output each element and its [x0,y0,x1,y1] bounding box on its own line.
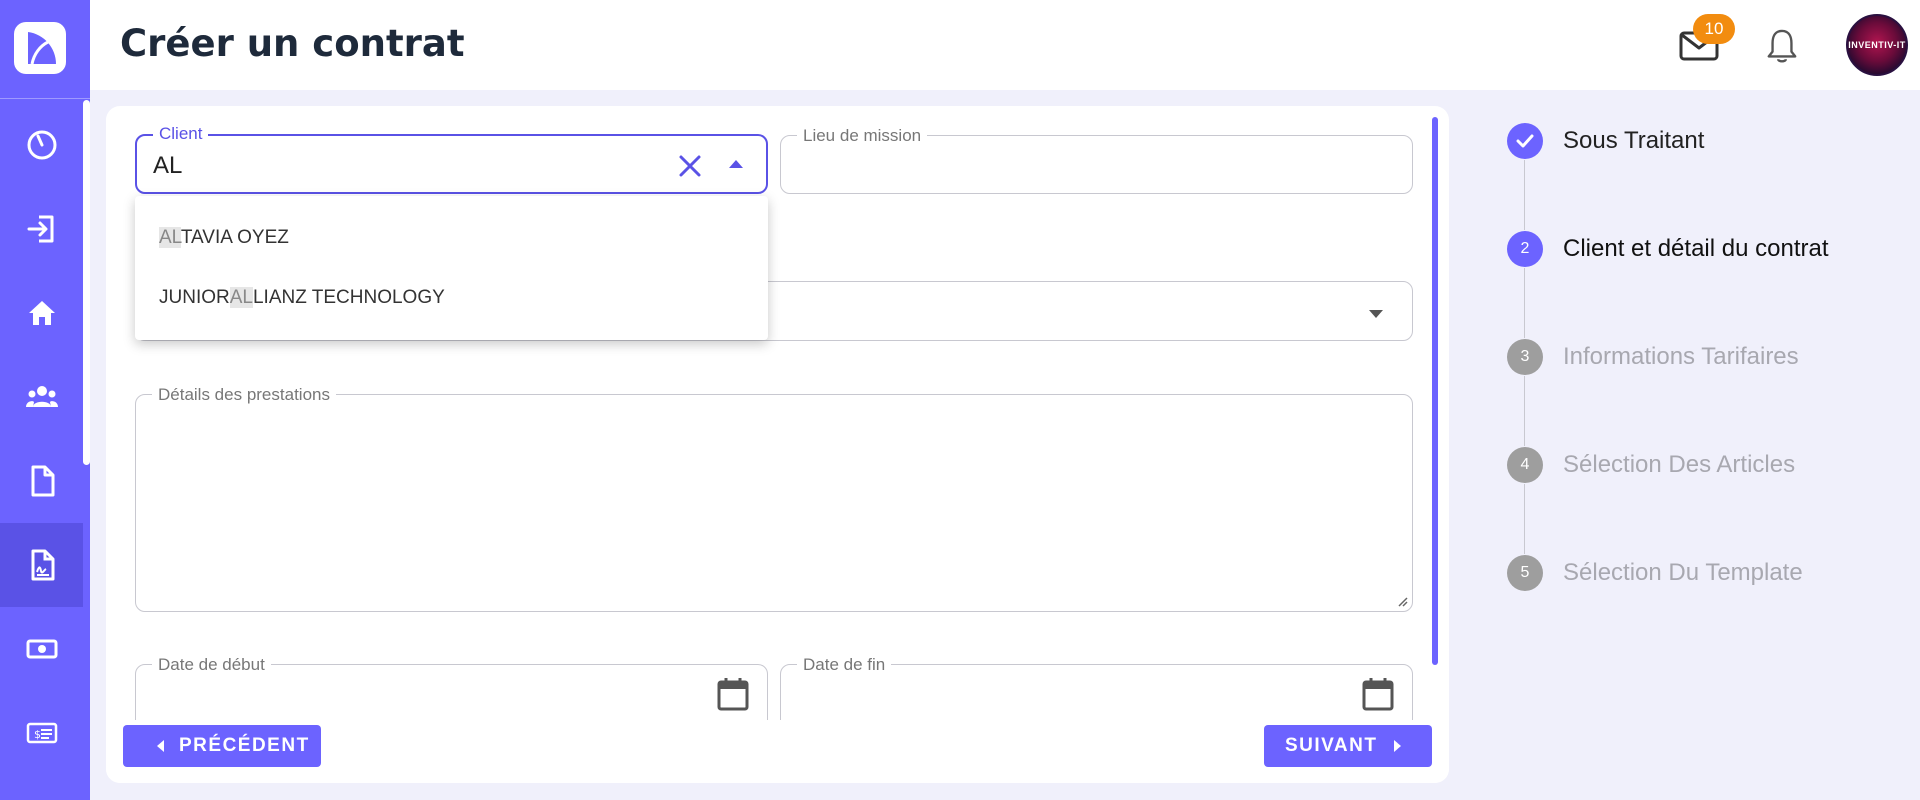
chevron-left-icon [157,740,164,752]
step-1-label: Sous Traitant [1563,127,1705,154]
sidebar: $ [0,0,90,800]
calendar-icon[interactable] [1362,677,1394,711]
step-5-number: 5 [1507,555,1543,591]
login-icon [27,215,53,243]
step-4-label: Sélection Des Articles [1563,451,1796,478]
home-icon [28,301,55,325]
client-autocomplete[interactable]: Client AL [135,124,768,194]
chevron-right-icon [1394,740,1402,752]
users-group-icon [25,386,58,407]
avatar-text: INVENTIV-IT [1848,40,1906,50]
service-details-textarea[interactable]: Détails des prestations [135,385,1413,612]
calendar-icon[interactable] [717,677,749,711]
user-avatar[interactable]: INVENTIV-IT [1846,14,1908,76]
sidebar-scrollbar[interactable] [83,100,90,465]
sidebar-item-contracts[interactable] [0,523,83,607]
next-button[interactable]: SUIVANT [1264,725,1432,767]
sidebar-item-dashboard[interactable] [0,103,83,187]
start-date-label: Date de début [152,655,271,675]
resize-grip-icon[interactable] [1396,595,1408,607]
dashboard-gauge-icon [27,130,56,160]
sidebar-item-users[interactable] [0,355,83,439]
sidebar-divider [0,98,90,99]
step-5[interactable]: 5 Sélection Du Template [1507,555,1803,591]
app-logo[interactable] [12,20,68,76]
clear-icon[interactable] [676,152,704,180]
stepper-connector [1524,484,1525,554]
stepper-connector [1524,268,1525,338]
previous-button-label: PRÉCÉDENT [179,735,310,756]
page-title: Créer un contrat [120,22,465,65]
mission-location-field[interactable]: Lieu de mission [780,126,1413,194]
step-3-label: Informations Tarifaires [1563,343,1799,370]
stepper-connector [1524,160,1525,230]
step-2-number: 2 [1507,231,1543,267]
step-1[interactable]: Sous Traitant [1507,123,1704,159]
client-option[interactable]: ALTAVIA OYEZ [159,227,289,249]
sidebar-item-login[interactable] [0,187,83,271]
sidebar-item-documents[interactable] [0,439,83,523]
bell-icon [1767,29,1797,63]
previous-button[interactable]: PRÉCÉDENT [123,725,321,767]
caret-down-icon[interactable] [1368,308,1384,320]
caret-up-icon[interactable] [728,158,744,170]
sidebar-item-payments[interactable] [0,607,83,691]
service-details-label: Détails des prestations [152,385,336,405]
sidebar-item-home[interactable] [0,271,83,355]
step-5-label: Sélection Du Template [1563,559,1803,586]
notification-count-badge: 10 [1693,14,1735,44]
sidebar-item-invoices[interactable]: $ [0,691,83,775]
contract-signature-icon [31,549,54,581]
document-icon [31,465,54,497]
check-icon [1507,123,1543,159]
next-button-label: SUIVANT [1285,735,1378,756]
form-scrollbar[interactable] [1432,117,1438,665]
money-icon [26,639,57,659]
step-2-label: Client et détail du contrat [1563,235,1829,262]
step-3-number: 3 [1507,339,1543,375]
client-input-value[interactable]: AL [153,152,182,180]
client-label: Client [153,124,209,144]
client-option[interactable]: JUNIORALLIANZ TECHNOLOGY [159,287,445,309]
step-3[interactable]: 3 Informations Tarifaires [1507,339,1799,375]
client-options-dropdown: ALTAVIA OYEZ JUNIORALLIANZ TECHNOLOGY [135,196,768,340]
step-4[interactable]: 4 Sélection Des Articles [1507,447,1795,483]
svg-text:$: $ [34,728,41,741]
notifications-button[interactable] [1758,22,1806,70]
top-header: Créer un contrat INVENTIV-IT [90,0,1920,90]
mission-location-label: Lieu de mission [797,126,928,146]
end-date-label: Date de fin [797,655,892,675]
stepper-connector [1524,376,1525,446]
step-4-number: 4 [1507,447,1543,483]
step-2[interactable]: 2 Client et détail du contrat [1507,231,1829,267]
invoice-icon: $ [26,722,57,744]
